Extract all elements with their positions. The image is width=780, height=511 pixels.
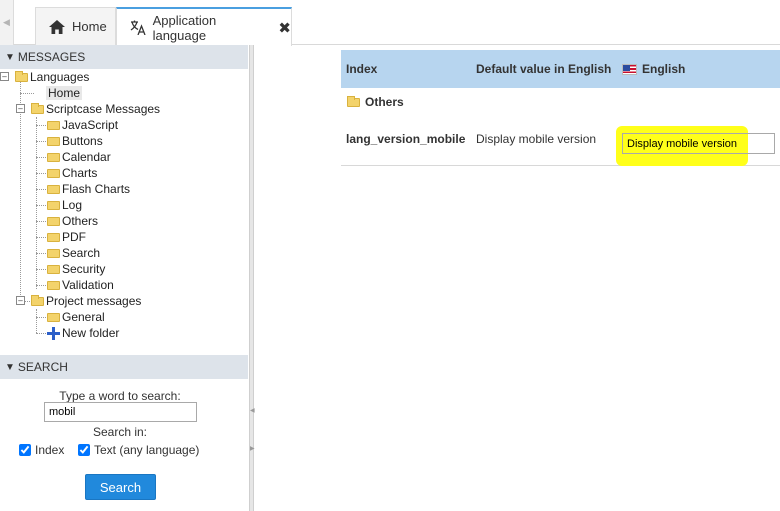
folder-icon xyxy=(47,152,60,162)
folder-icon xyxy=(47,312,60,322)
home-icon xyxy=(48,19,66,35)
splitter-grip-icon: ▶ xyxy=(250,446,255,452)
group-label: Others xyxy=(365,95,404,109)
tree-node-label: JavaScript xyxy=(62,118,119,132)
folder-icon xyxy=(47,264,60,274)
tree-node-label: Scriptcase Messages xyxy=(46,102,161,116)
index-option-label: Index xyxy=(35,443,65,457)
splitter-grip-icon: ◀ xyxy=(250,408,255,414)
tree-node-pdf[interactable]: PDF xyxy=(47,229,86,245)
column-header-index: Index xyxy=(346,62,378,76)
plus-icon xyxy=(47,326,60,340)
text-option-label: Text (any language) xyxy=(94,443,200,457)
table-header: Index Default value in English English xyxy=(341,50,780,88)
row-default-value-cell: Display mobile version xyxy=(476,132,597,146)
table-row: lang_version_mobile Display mobile versi… xyxy=(341,126,780,166)
search-button[interactable]: Search xyxy=(85,474,156,500)
tab-application-language[interactable]: Application language ✖ xyxy=(116,7,292,46)
folder-open-icon xyxy=(31,294,44,306)
tree-node-home[interactable]: Home xyxy=(46,85,83,101)
folder-icon xyxy=(47,280,60,290)
folder-icon xyxy=(47,120,60,130)
collapse-triangle-icon: ▼ xyxy=(5,51,15,63)
tree-node-javascript[interactable]: JavaScript xyxy=(47,117,118,133)
tree-node-search[interactable]: Search xyxy=(47,245,100,261)
tree-node-log[interactable]: Log xyxy=(47,197,82,213)
tree-node-label: Charts xyxy=(62,166,98,180)
folder-icon xyxy=(47,232,60,242)
close-icon[interactable]: ✖ xyxy=(278,19,291,37)
left-panel: ▼ MESSAGES – Languages Home – Scriptcase… xyxy=(0,45,249,511)
tree-node-calendar[interactable]: Calendar xyxy=(47,149,111,165)
messages-tree: – Languages Home – Scriptcase Messages J… xyxy=(0,69,248,355)
tree-node-project-messages[interactable]: Project messages xyxy=(31,293,141,309)
tree-node-label: Validation xyxy=(62,278,114,292)
tree-node-scriptcase-messages[interactable]: Scriptcase Messages xyxy=(31,101,160,117)
search-section-header[interactable]: ▼ SEARCH xyxy=(0,355,248,379)
tree-node-label: Project messages xyxy=(46,294,142,308)
folder-icon xyxy=(47,248,60,258)
folder-icon xyxy=(47,184,60,194)
folder-open-icon xyxy=(15,70,28,82)
column-header-english-label: English xyxy=(642,62,686,76)
search-form: Type a word to search: Search in: Index … xyxy=(0,379,248,511)
folder-icon xyxy=(47,216,60,226)
column-header-default-value: Default value in English xyxy=(476,62,612,76)
tree-line xyxy=(20,81,21,297)
collapse-toggle-icon[interactable]: – xyxy=(16,296,25,305)
folder-icon xyxy=(47,136,60,146)
tree-node-label: Search xyxy=(62,246,101,260)
tree-node-label: Log xyxy=(62,198,83,212)
tree-node-label: Buttons xyxy=(62,134,103,148)
tree-node-label: Home xyxy=(46,86,83,100)
tab-scroll-left-button[interactable]: ◀ xyxy=(0,0,14,45)
tree-node-general[interactable]: General xyxy=(47,309,105,325)
row-index-cell: lang_version_mobile xyxy=(346,132,466,146)
search-prompt-label: Type a word to search: xyxy=(59,389,181,403)
content-area: Index Default value in English English O… xyxy=(254,45,780,511)
messages-title: MESSAGES xyxy=(17,50,86,64)
folder-icon xyxy=(47,168,60,178)
text-checkbox[interactable] xyxy=(78,444,90,456)
collapse-triangle-icon: ▼ xyxy=(5,361,15,373)
tree-node-languages[interactable]: Languages xyxy=(15,69,89,85)
folder-icon xyxy=(47,200,60,210)
folder-open-icon xyxy=(31,102,44,114)
tree-node-label: Calendar xyxy=(62,150,111,164)
messages-section-header[interactable]: ▼ MESSAGES xyxy=(0,45,248,69)
collapse-toggle-icon[interactable]: – xyxy=(16,104,25,113)
tree-node-flash-charts[interactable]: Flash Charts xyxy=(47,181,130,197)
translate-icon xyxy=(129,20,147,36)
tree-node-label: PDF xyxy=(62,230,86,244)
tab-bar: ◀ Home Application language ✖ xyxy=(0,0,780,46)
search-input[interactable] xyxy=(44,402,197,422)
tab-home-label: Home xyxy=(72,19,107,34)
folder-open-icon xyxy=(347,95,360,107)
search-in-label: Search in: xyxy=(92,425,148,439)
group-row-others: Others xyxy=(341,88,780,116)
tab-home[interactable]: Home xyxy=(35,7,116,45)
tree-node-others[interactable]: Others xyxy=(47,213,98,229)
tree-node-label: New folder xyxy=(62,326,120,340)
index-option[interactable]: Index xyxy=(19,443,64,457)
english-value-input[interactable] xyxy=(622,133,775,154)
tree-node-label: Flash Charts xyxy=(62,182,131,196)
tree-node-label: Security xyxy=(62,262,106,276)
tree-node-buttons[interactable]: Buttons xyxy=(47,133,103,149)
tree-node-label: Others xyxy=(62,214,99,228)
us-flag-icon xyxy=(622,63,637,75)
tree-node-charts[interactable]: Charts xyxy=(47,165,97,181)
tree-node-label: Languages xyxy=(30,70,90,84)
tab-application-language-label: Application language xyxy=(152,12,217,43)
collapse-toggle-icon[interactable]: – xyxy=(0,72,9,81)
index-checkbox[interactable] xyxy=(19,444,31,456)
column-header-english: English xyxy=(622,50,685,88)
messages-table: Index Default value in English English O… xyxy=(341,50,780,166)
tree-node-new-folder[interactable]: New folder xyxy=(47,325,119,341)
search-title: SEARCH xyxy=(17,360,68,374)
tree-node-label: General xyxy=(62,310,105,324)
tree-node-security[interactable]: Security xyxy=(47,261,105,277)
text-option[interactable]: Text (any language) xyxy=(78,443,199,457)
tree-node-validation[interactable]: Validation xyxy=(47,277,114,293)
